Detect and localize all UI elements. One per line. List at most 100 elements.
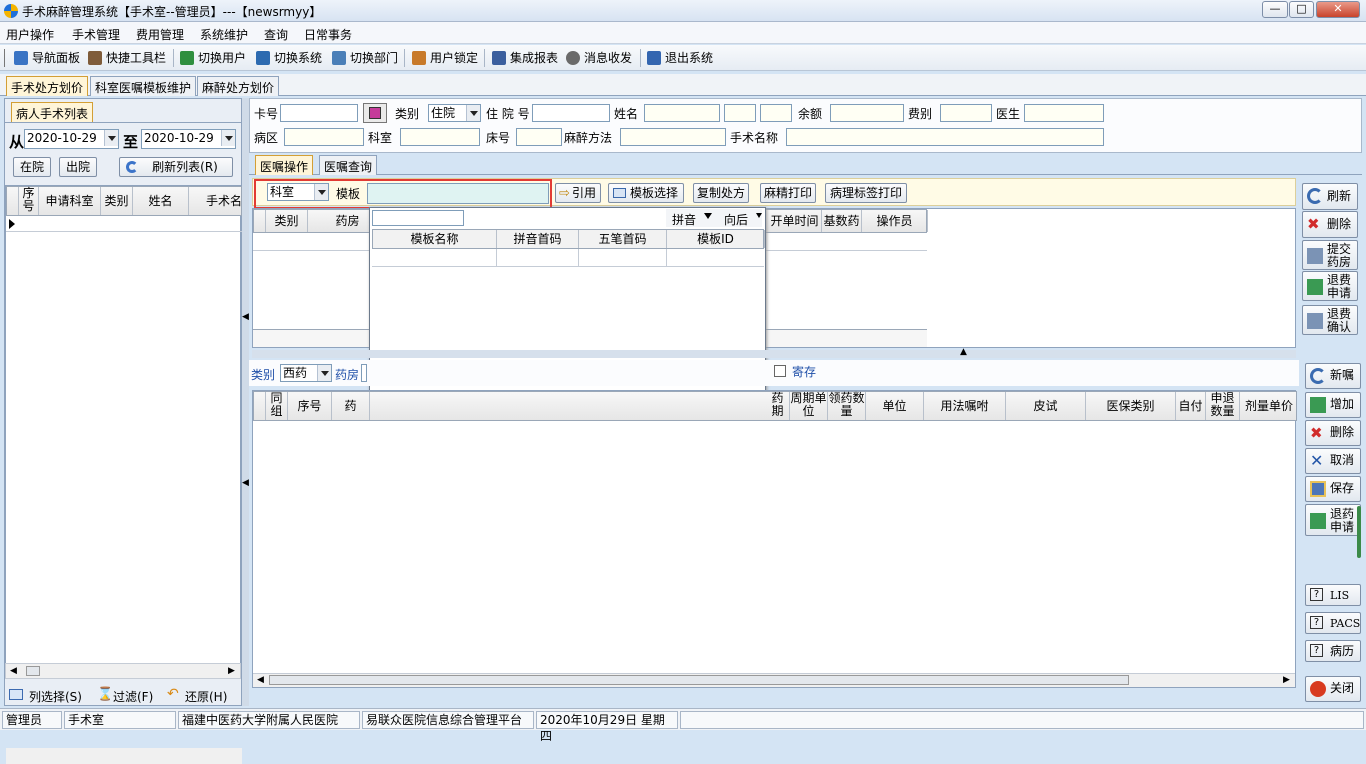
- pinyin-mode[interactable]: 拼音: [672, 211, 696, 228]
- col-template-id[interactable]: 模板ID: [667, 230, 765, 248]
- refresh-list-button[interactable]: 刷新列表(R): [119, 157, 233, 177]
- col-dispense-qty[interactable]: 领药数量: [828, 392, 866, 420]
- tab-surgery-pricing[interactable]: 手术处方划价: [6, 76, 89, 96]
- discharged-button[interactable]: 出院: [59, 157, 97, 177]
- scroll-right-icon[interactable]: ▶: [228, 666, 235, 676]
- report-button[interactable]: 集成报表: [490, 49, 558, 67]
- menu-fees[interactable]: 费用管理: [136, 26, 184, 43]
- message-button[interactable]: 消息收发: [564, 49, 632, 67]
- submit-pharmacy-button[interactable]: 提交药房: [1302, 240, 1358, 270]
- menu-daily[interactable]: 日常事务: [304, 26, 352, 43]
- doctor-field[interactable]: [1024, 104, 1104, 122]
- card-number-input[interactable]: [280, 104, 358, 122]
- pacs-button[interactable]: ? PACS: [1305, 612, 1361, 634]
- left-hscrollbar[interactable]: [6, 748, 242, 764]
- tab-anesthesia-pricing[interactable]: 麻醉处方划价: [197, 76, 280, 96]
- col-pinyin-code[interactable]: 拼音首码: [497, 230, 579, 248]
- left-scrollbar[interactable]: ◀ ▶: [5, 663, 241, 679]
- lis-button[interactable]: ? LIS: [1305, 584, 1361, 606]
- col-dose-price[interactable]: 剂量单价: [1240, 392, 1298, 420]
- inhosp-no-input[interactable]: [532, 104, 610, 122]
- narcotic-print-button[interactable]: 麻精打印: [760, 183, 816, 203]
- refund-confirm-button[interactable]: 退费确认: [1302, 305, 1358, 335]
- quote-button[interactable]: ⇨ 引用: [555, 183, 601, 203]
- switch-dept-button[interactable]: 切换部门: [330, 49, 398, 67]
- surgery-name-field[interactable]: [786, 128, 1104, 146]
- bed-field[interactable]: [516, 128, 562, 146]
- chevron-down-icon[interactable]: [317, 365, 331, 381]
- card-reader-button[interactable]: [363, 103, 387, 123]
- col-wubi-code[interactable]: 五笔首码: [579, 230, 667, 248]
- gender-field[interactable]: [724, 104, 756, 122]
- col-self-pay[interactable]: 自付: [1176, 392, 1206, 420]
- tab-order-query[interactable]: 医嘱查询: [319, 155, 378, 175]
- delete-button[interactable]: ✖ 删除: [1302, 211, 1358, 238]
- date-to-picker[interactable]: 2020-10-29: [141, 129, 236, 149]
- table-row[interactable]: [6, 216, 242, 232]
- refresh-button[interactable]: 刷新: [1302, 183, 1358, 210]
- pharmacy-select[interactable]: [361, 364, 367, 382]
- chevron-down-icon[interactable]: [756, 213, 762, 218]
- col-template-name[interactable]: 模板名称: [373, 230, 497, 248]
- maximize-button[interactable]: □: [1289, 1, 1314, 18]
- close-button[interactable]: 关闭: [1305, 676, 1361, 702]
- col-order-seq[interactable]: 序号: [288, 392, 332, 420]
- scroll-right-icon[interactable]: ▶: [1283, 675, 1290, 685]
- col-apply-dept[interactable]: 申请科室: [39, 187, 101, 215]
- save-button[interactable]: 保存: [1305, 476, 1361, 502]
- col-type[interactable]: 类别: [101, 187, 133, 215]
- patient-type-select[interactable]: 住院: [428, 104, 481, 122]
- scroll-left-icon[interactable]: ◀: [10, 666, 17, 676]
- tab-patient-surgery-list[interactable]: 病人手术列表: [11, 102, 94, 122]
- new-order-button[interactable]: 新嘱: [1305, 363, 1361, 389]
- menu-surgery[interactable]: 手术管理: [72, 26, 120, 43]
- col-name[interactable]: 姓名: [133, 187, 189, 215]
- menu-user-ops[interactable]: 用户操作: [6, 26, 54, 43]
- template-select-button[interactable]: 模板选择: [608, 183, 684, 203]
- collapse-up-icon[interactable]: ▲: [960, 347, 967, 357]
- user-lock-button[interactable]: 用户锁定: [410, 49, 478, 67]
- quick-tools-button[interactable]: 快捷工具栏: [86, 49, 166, 67]
- add-button[interactable]: 增加: [1305, 392, 1361, 418]
- fee-type-field[interactable]: [940, 104, 992, 122]
- col-operator[interactable]: 操作员: [862, 210, 928, 232]
- ward-field[interactable]: [284, 128, 364, 146]
- deposit-checkbox[interactable]: [774, 365, 786, 377]
- scroll-thumb[interactable]: [26, 666, 40, 676]
- switch-system-button[interactable]: 切换系统: [254, 49, 322, 67]
- refund-apply-button[interactable]: 退费申请: [1302, 271, 1358, 301]
- match-direction[interactable]: 向后: [724, 211, 748, 228]
- col-drug-period[interactable]: 药期: [766, 392, 790, 420]
- vertical-splitter[interactable]: ◀ ◀: [242, 98, 249, 706]
- col-order-time[interactable]: 开单时间: [768, 210, 822, 232]
- chevron-down-icon[interactable]: [221, 130, 235, 146]
- delete-row-button[interactable]: ✖ 删除: [1305, 420, 1361, 446]
- scroll-thumb[interactable]: [269, 675, 1129, 685]
- exit-system-button[interactable]: 退出系统: [645, 49, 713, 67]
- scroll-left-icon[interactable]: ◀: [257, 675, 264, 685]
- switch-user-button[interactable]: 切换用户: [178, 49, 246, 67]
- col-same-group[interactable]: 同组: [266, 392, 288, 420]
- chevron-down-icon[interactable]: [104, 130, 118, 146]
- col-category[interactable]: 类别: [266, 210, 308, 232]
- horizontal-splitter[interactable]: ▲: [252, 347, 1296, 358]
- list-item[interactable]: [372, 249, 764, 267]
- pathology-label-print-button[interactable]: 病理标签打印: [825, 183, 907, 203]
- nav-panel-button[interactable]: 导航面板: [12, 49, 80, 67]
- tab-order-ops[interactable]: 医嘱操作: [255, 155, 314, 175]
- minimize-button[interactable]: —: [1262, 1, 1288, 18]
- cancel-button[interactable]: ✕ 取消: [1305, 448, 1361, 474]
- col-surgery[interactable]: 手术名: [189, 187, 243, 215]
- chevron-down-icon[interactable]: [704, 213, 712, 219]
- collapse-left-icon[interactable]: ◀: [242, 312, 249, 322]
- dropdown-search-input[interactable]: [372, 210, 464, 226]
- col-seq[interactable]: 序号: [19, 187, 39, 215]
- copy-prescription-button[interactable]: 复制处方: [693, 183, 749, 203]
- chevron-down-icon[interactable]: [466, 105, 480, 121]
- close-window-button[interactable]: ✕: [1316, 1, 1360, 18]
- return-drug-button[interactable]: 退药申请: [1305, 504, 1361, 536]
- menu-system[interactable]: 系统维护: [200, 26, 248, 43]
- in-hospital-button[interactable]: 在院: [13, 157, 51, 177]
- date-from-picker[interactable]: 2020-10-29: [24, 129, 119, 149]
- col-return-qty[interactable]: 申退数量: [1206, 392, 1240, 420]
